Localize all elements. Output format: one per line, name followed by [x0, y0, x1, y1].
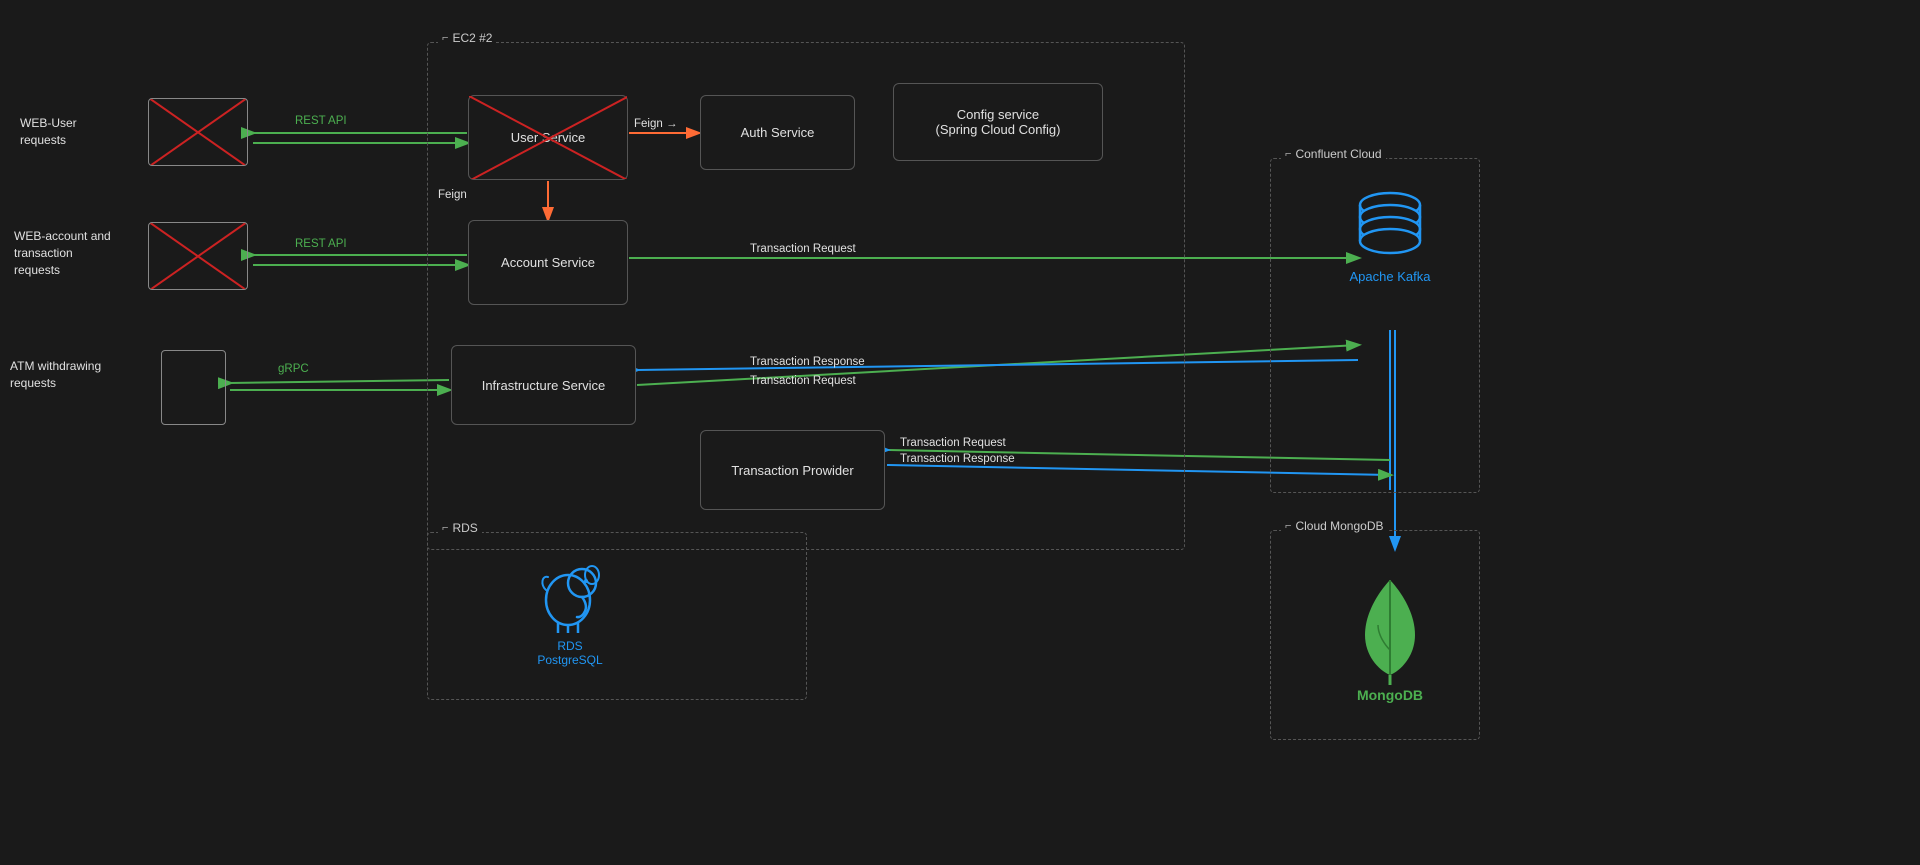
- feign-2-label: Feign: [438, 189, 467, 201]
- atm-label: ATM withdrawingrequests: [10, 358, 101, 392]
- rest-api-1-label: REST API: [295, 115, 347, 127]
- kafka-icon: Apache Kafka: [1340, 185, 1440, 315]
- auth-service-label: Auth Service: [741, 125, 815, 140]
- transaction-req-2-label: Transaction Request: [750, 375, 856, 387]
- postgresql-icon: RDSPostgreSQL: [490, 555, 650, 667]
- account-service-box: Account Service: [468, 220, 628, 305]
- config-service-label: Config service (Spring Cloud Config): [935, 107, 1060, 137]
- transaction-provider-box: Transaction Prowider: [700, 430, 885, 510]
- web-user-client: [148, 98, 248, 166]
- mongodb-label: MongoDB: [1357, 687, 1423, 703]
- atm-client: [161, 350, 226, 425]
- mongodb-icon: MongoDB: [1320, 575, 1460, 735]
- transaction-req-3-label: Transaction Request: [900, 437, 1006, 449]
- transaction-resp-1-label: Transaction Response: [750, 356, 865, 368]
- web-user-label: WEB-Userrequests: [20, 115, 77, 149]
- infra-service-label: Infrastructure Service: [482, 378, 606, 393]
- diagram-container: ⌐ EC2 #2 ⌐ RDS ⌐ Confluent Cloud ⌐ Cloud…: [0, 0, 1920, 865]
- infra-service-box: Infrastructure Service: [451, 345, 636, 425]
- auth-service-box: Auth Service: [700, 95, 855, 170]
- postgresql-label: RDSPostgreSQL: [490, 639, 650, 667]
- user-service-box: User Service: [468, 95, 628, 180]
- ec2-label: ⌐ EC2 #2: [438, 31, 496, 45]
- transaction-provider-label: Transaction Prowider: [731, 463, 853, 478]
- mongodb-svg: [1350, 575, 1430, 685]
- account-service-label: Account Service: [501, 255, 595, 270]
- grpc-label: gRPC: [278, 363, 309, 375]
- transaction-req-1-label: Transaction Request: [750, 243, 856, 255]
- kafka-label: Apache Kafka: [1350, 269, 1431, 284]
- kafka-svg: [1350, 185, 1430, 265]
- cloud-mongodb-label: ⌐ Cloud MongoDB: [1281, 519, 1388, 533]
- feign-1-label: Feign →: [634, 118, 677, 130]
- confluent-label: ⌐ Confluent Cloud: [1281, 147, 1386, 161]
- user-service-x: [469, 96, 627, 179]
- rds-label: ⌐ RDS: [438, 521, 482, 535]
- rest-api-2-label: REST API: [295, 238, 347, 250]
- web-account-label: WEB-account andtransactionrequests: [14, 228, 111, 278]
- postgresql-svg: [530, 555, 610, 635]
- web-account-client: [148, 222, 248, 290]
- transaction-resp-2-label: Transaction Response: [900, 453, 1015, 465]
- config-service-box: Config service (Spring Cloud Config): [893, 83, 1103, 161]
